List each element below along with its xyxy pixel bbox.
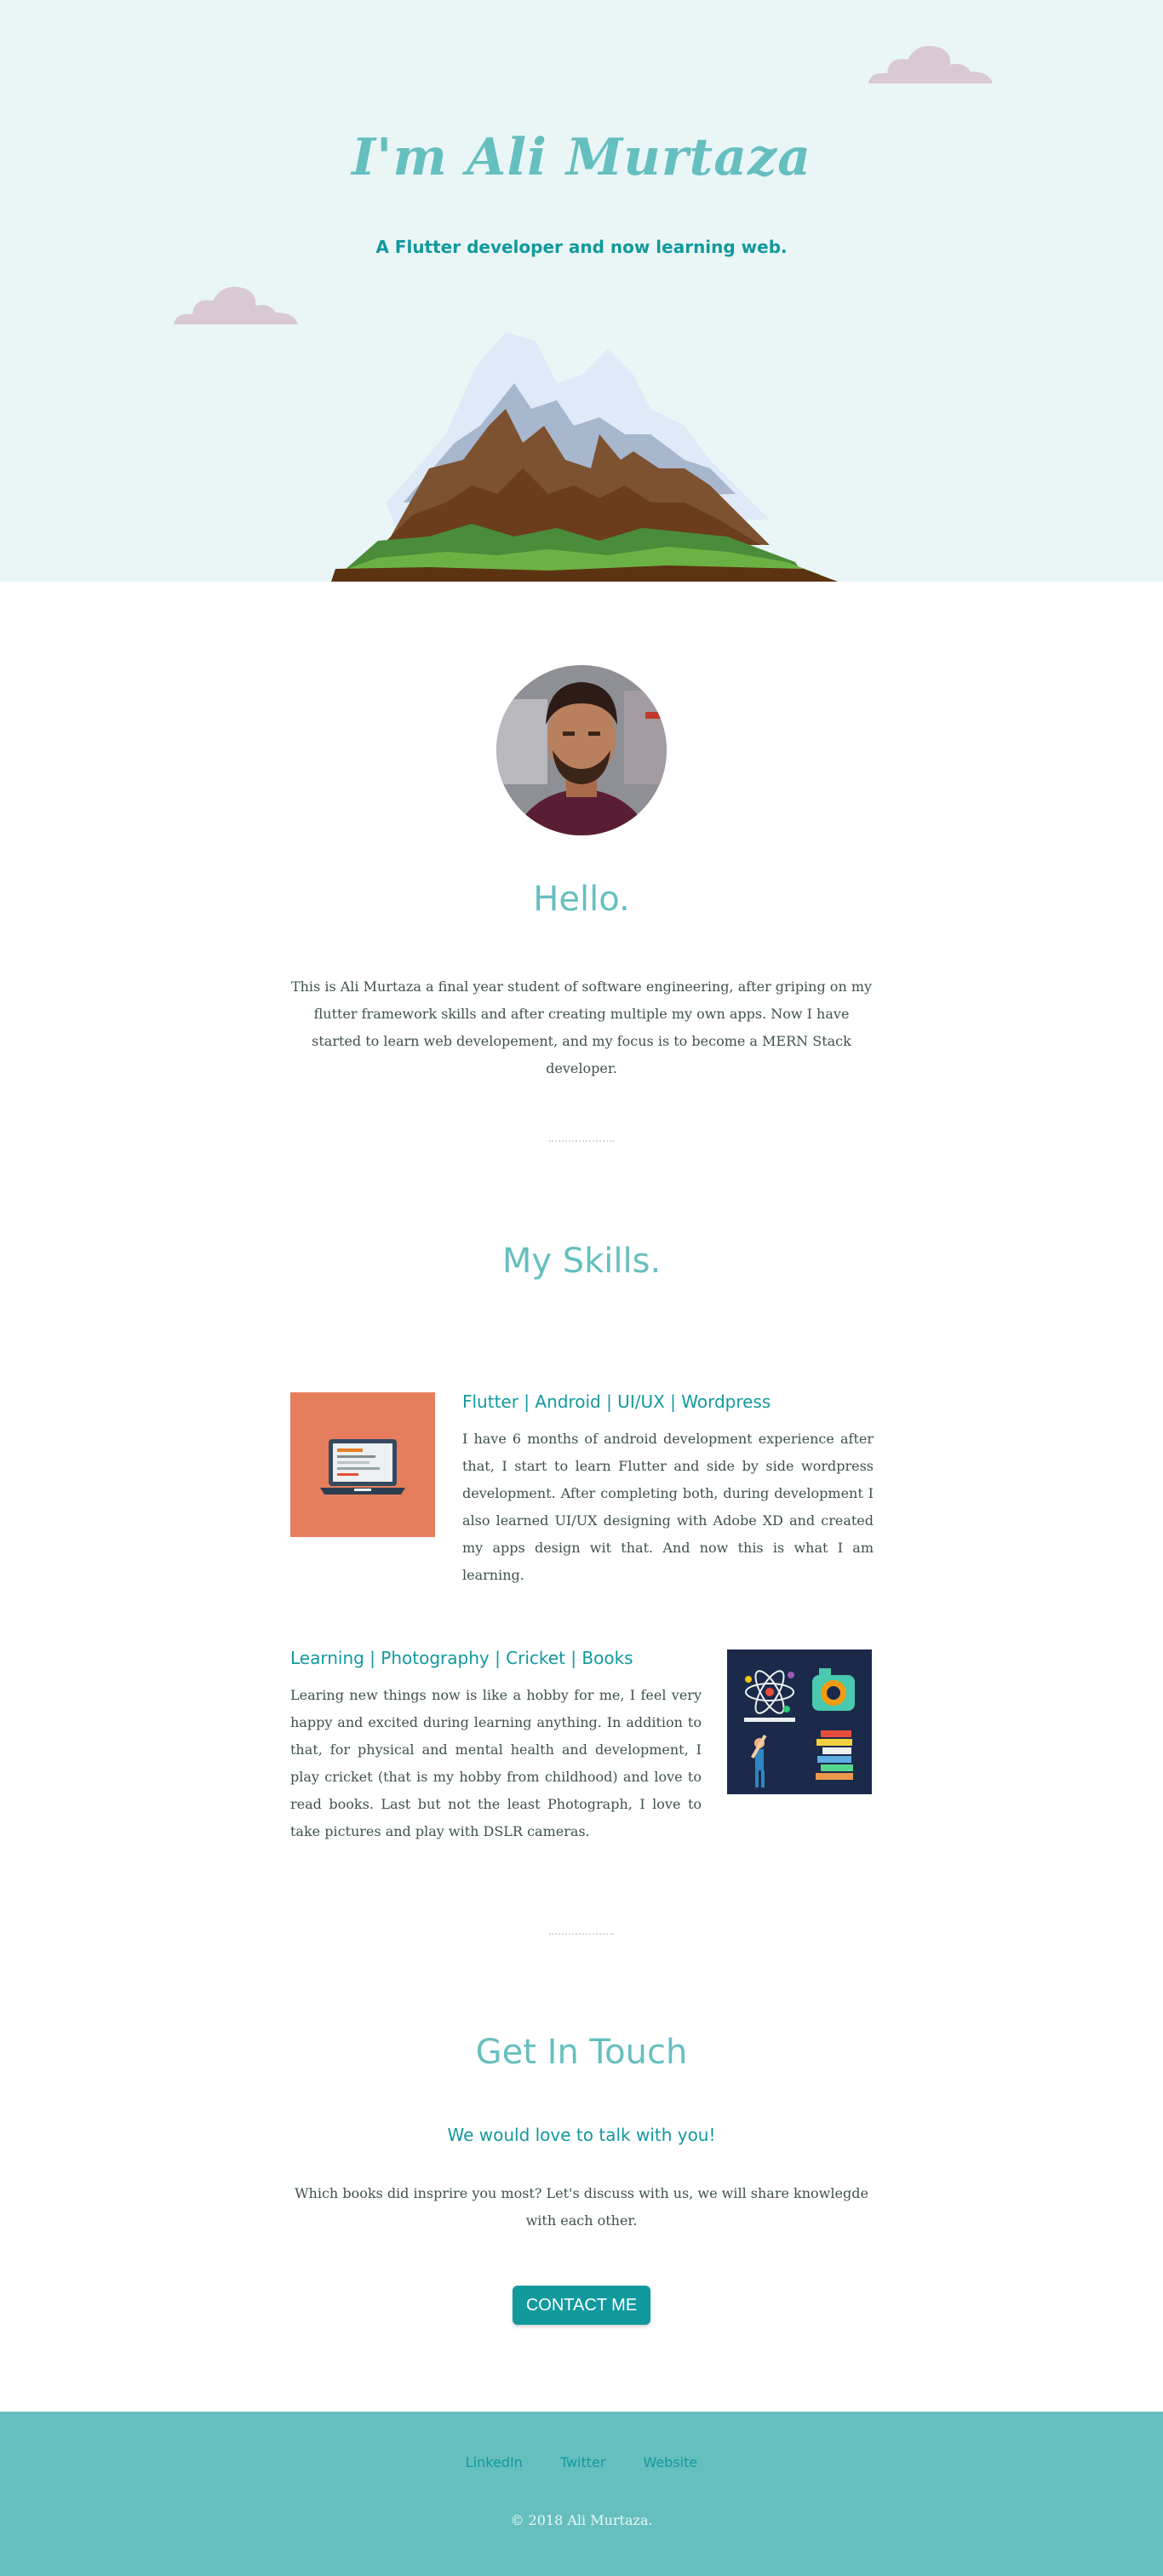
greeting-heading: Hello. <box>533 880 630 919</box>
profile-avatar <box>496 665 667 835</box>
hero-title: I'm Ali Murtaza <box>351 128 812 187</box>
skills-heading: My Skills. <box>501 1242 662 1281</box>
hobbies-image <box>727 1649 872 1794</box>
skill-text-2: Learing new things now is like a hobby f… <box>290 1687 702 1839</box>
contact-text: Which books did insprire you most? Let's… <box>295 2185 868 2229</box>
contact-heading: Get In Touch <box>475 2033 688 2072</box>
about-text: This is Ali Murtaza a final year student… <box>290 978 873 1076</box>
skill-title-2: Learning | Photography | Cricket | Books <box>290 1648 633 1668</box>
footer-link-linkedin[interactable]: LinkedIn <box>466 2454 523 2470</box>
divider-2 <box>549 1933 614 1935</box>
cloud-top-image <box>868 45 993 83</box>
footer-link-twitter[interactable]: Twitter <box>560 2454 606 2470</box>
skill-title-1: Flutter | Android | UI/UX | Wordpress <box>462 1391 771 1412</box>
footer-links: LinkedIn Twitter Website <box>0 2454 1163 2470</box>
hero-subtitle: A Flutter developer and now learning web… <box>375 237 788 257</box>
copyright-text: © 2018 Ali Murtaza. <box>510 2512 653 2528</box>
laptop-image <box>290 1392 435 1537</box>
hero-section: I'm Ali Murtaza A Flutter developer and … <box>0 0 1163 582</box>
footer: LinkedIn Twitter Website © 2018 Ali Murt… <box>0 2412 1163 2576</box>
cloud-left-image <box>174 286 298 324</box>
contact-subheading: We would love to talk with you! <box>447 2125 716 2145</box>
footer-link-website[interactable]: Website <box>643 2454 697 2470</box>
skill-text-1: I have 6 months of android development e… <box>462 1431 874 1583</box>
profile-section: Hello. This is Ali Murtaza a final year … <box>0 582 1163 1178</box>
contact-me-button[interactable]: CONTACT ME <box>513 2286 650 2325</box>
divider-1 <box>549 1140 614 1142</box>
mountain-illustration <box>331 332 838 582</box>
